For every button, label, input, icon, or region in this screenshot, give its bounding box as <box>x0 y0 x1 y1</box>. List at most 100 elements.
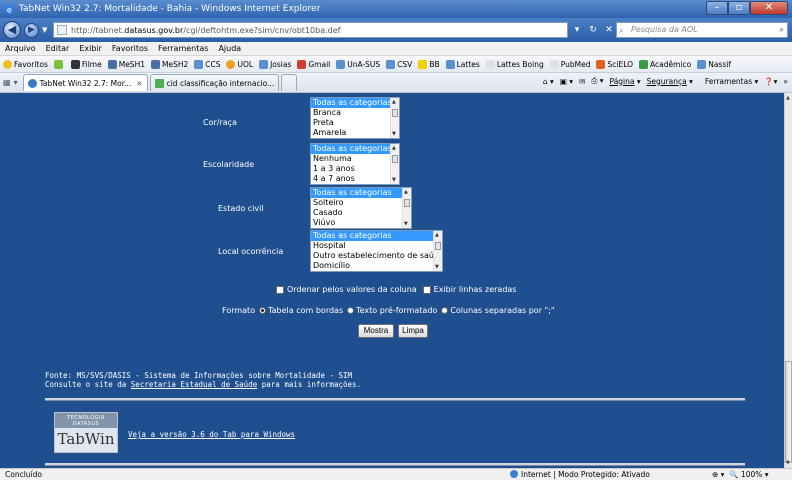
fav-unasus[interactable]: UnA-SUS <box>336 59 380 69</box>
options-row: Ordenar pelos valores da coluna Exibir l… <box>276 285 516 294</box>
list-item[interactable]: Outro estabelecimento de saúde <box>311 251 442 261</box>
fav-academico[interactable]: Acadêmico <box>639 59 691 69</box>
fav-gmail[interactable]: Gmail <box>297 59 330 69</box>
history-dropdown-icon[interactable]: ▼ <box>42 26 47 34</box>
fav-lattes[interactable]: Lattes <box>445 59 480 69</box>
scrollbar-thumb[interactable] <box>785 361 792 463</box>
star-icon <box>3 59 12 69</box>
fav-filme[interactable]: Filme <box>70 59 102 69</box>
logo-caption: TECNOLOGIA DATASUS <box>55 413 117 428</box>
more-icon[interactable]: » <box>783 77 788 86</box>
list-item[interactable]: Todas as categorias <box>311 144 399 154</box>
mail-icon[interactable]: ✉ <box>579 77 585 86</box>
secretaria-link[interactable]: Secretaria Estadual de Saúde <box>131 380 257 389</box>
list-item[interactable]: Todas as categorias <box>311 231 442 241</box>
reset-button[interactable]: Limpa <box>398 324 428 338</box>
ie-logo-icon: e <box>4 4 15 14</box>
maximize-button[interactable]: ▫ <box>728 1 750 15</box>
menu-arquivo[interactable]: Arquivo <box>5 44 36 53</box>
list-item[interactable]: Todas as categorias <box>311 98 399 108</box>
help-icon[interactable]: ❓▾ <box>764 77 777 86</box>
refresh-icon[interactable]: ↻ <box>586 23 600 37</box>
fav-nassif[interactable]: Nassif <box>697 59 731 69</box>
menu-exibir[interactable]: Exibir <box>79 44 102 53</box>
security-menu[interactable]: Segurança ▾ <box>647 77 693 86</box>
home-icon[interactable]: ⌂ ▾ <box>543 77 554 86</box>
select-estado-civil[interactable]: Todas as categorias Solteiro Casado Viúv… <box>310 187 412 229</box>
field-label-cor-raca: Cor/raça <box>203 118 237 127</box>
fav-lattes-boing[interactable]: Lattes Boing <box>485 59 544 69</box>
fav-mesh1[interactable]: MeSH1 <box>107 59 145 69</box>
select-local-ocorrencia[interactable]: Todas as categorias Hospital Outro estab… <box>310 230 443 272</box>
quick-tabs-icon[interactable]: ▦ <box>3 78 11 87</box>
print-icon[interactable]: ⎙ ▾ <box>591 76 603 86</box>
tab-list-icon[interactable]: ▾ <box>14 78 18 87</box>
feeds-icon[interactable]: ▣ ▾ <box>560 77 573 86</box>
format-csv-radio[interactable] <box>441 307 449 314</box>
format-table-radio[interactable] <box>259 307 267 314</box>
list-item[interactable]: Nenhuma <box>311 154 399 164</box>
security-zone[interactable]: Internet | Modo Protegido: Ativado <box>510 469 650 480</box>
tab-windows-link[interactable]: Veja a versão 3.6 do Tab para Windows <box>128 430 295 439</box>
page-menu[interactable]: Página ▾ <box>610 77 641 86</box>
fav-pubmed[interactable]: PubMed <box>549 59 590 69</box>
list-item[interactable]: Domicílio <box>311 261 442 271</box>
menu-editar[interactable]: Editar <box>46 44 70 53</box>
menu-favoritos[interactable]: Favoritos <box>112 44 148 53</box>
select-escolaridade[interactable]: Todas as categorias Nenhuma 1 a 3 anos 4… <box>310 143 400 185</box>
fav-scielo[interactable]: SciELO <box>596 59 633 69</box>
select-cor-raca[interactable]: Todas as categorias Branca Preta Amarela… <box>310 97 400 139</box>
list-item[interactable]: 4 a 7 anos <box>311 174 399 184</box>
list-item[interactable]: Amarela <box>311 128 399 138</box>
search-provider-icon: ⌕ <box>619 26 624 35</box>
minimize-button[interactable]: – <box>706 1 728 15</box>
svg-text:e: e <box>7 4 12 14</box>
favorites-button[interactable]: Favoritos <box>3 59 48 69</box>
fav-josias[interactable]: Josias <box>259 59 291 69</box>
close-tab-icon[interactable]: × <box>136 79 142 88</box>
new-tab-button[interactable] <box>281 74 298 91</box>
tabwin-logo: TECNOLOGIA DATASUS TabWin <box>54 412 118 453</box>
zoom-control[interactable]: ⊕ ▾ 🔍 100% ▾ <box>712 469 769 480</box>
menu-ajuda[interactable]: Ajuda <box>218 44 241 53</box>
list-scrollbar[interactable]: ▲ ▼ <box>390 98 399 138</box>
fav-uol[interactable]: UOL <box>226 59 253 69</box>
add-favorite-icon[interactable] <box>53 59 65 69</box>
fav-mesh2[interactable]: MeSH2 <box>150 59 188 69</box>
divider <box>45 398 745 401</box>
field-label-estado-civil: Estado civil <box>218 204 264 213</box>
close-window-button[interactable]: ✕ <box>750 1 788 15</box>
submit-button[interactable]: Mostra <box>358 324 394 338</box>
show-zero-rows-checkbox[interactable] <box>422 285 431 294</box>
list-item[interactable]: 1 a 3 anos <box>311 164 399 174</box>
stop-icon[interactable]: ✕ <box>602 23 616 37</box>
list-scrollbar[interactable]: ▲ ▼ <box>390 144 399 184</box>
list-item[interactable]: Hospital <box>311 241 442 251</box>
list-scrollbar[interactable]: ▲ ▼ <box>433 231 442 271</box>
list-scrollbar[interactable]: ▲ ▼ <box>402 188 411 228</box>
order-by-column-checkbox[interactable] <box>276 285 284 294</box>
list-item[interactable]: Preta <box>311 118 399 128</box>
address-toolbar: ◀ ▶ ▼ http://tabnet. datasus.gov.br/cgi/d… <box>0 18 792 42</box>
list-item[interactable]: Branca <box>311 108 399 118</box>
search-icon[interactable]: ⌕ <box>780 23 784 37</box>
format-text-radio[interactable] <box>347 307 355 314</box>
page-scrollbar[interactable]: ▲ ▼ <box>784 93 792 468</box>
favorites-bar: Favoritos Filme MeSH1 MeSH2 CCS UOL Josi… <box>0 56 792 73</box>
search-input[interactable]: ⌕ Pesquisa da AOL ⌕ <box>616 22 788 38</box>
list-item[interactable]: Todas as categorias <box>311 188 411 198</box>
menu-ferramentas[interactable]: Ferramentas <box>158 44 208 53</box>
address-dropdown-icon[interactable]: ▾ <box>570 23 584 37</box>
fav-ccs[interactable]: CCS <box>194 59 220 69</box>
fav-bb[interactable]: BB <box>418 59 440 69</box>
list-item[interactable]: Solteiro <box>311 198 411 208</box>
forward-button[interactable]: ▶ <box>24 22 39 38</box>
address-input[interactable]: http://tabnet. datasus.gov.br/cgi/deftoht… <box>53 22 568 38</box>
tab-cid[interactable]: cid classificação internacio... <box>149 74 280 91</box>
list-item[interactable]: Viúvo <box>311 218 411 228</box>
tab-tabnet[interactable]: TabNet Win32 2.7: Mor... × <box>22 74 148 91</box>
fav-csv[interactable]: CSV <box>386 59 412 69</box>
list-item[interactable]: Casado <box>311 208 411 218</box>
back-button[interactable]: ◀ <box>3 21 21 39</box>
tools-menu[interactable]: Ferramentas ▾ <box>699 77 758 86</box>
